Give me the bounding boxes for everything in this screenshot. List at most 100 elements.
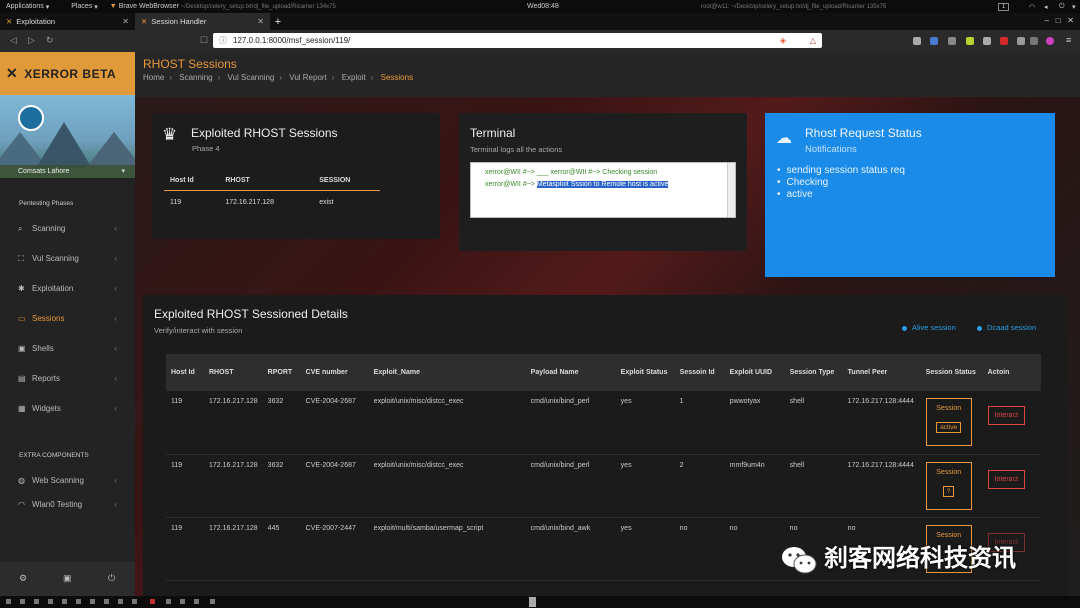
extension-icon[interactable] [930,37,938,45]
extension-icon[interactable] [1000,37,1008,45]
sidebar-item-web-scanning[interactable]: ◍ Web Scanning ‹ [0,474,135,488]
table-cell: exploit/multi/samba/usermap_script [368,517,526,581]
tab-session-handler[interactable]: ✕ Session Handler ✕ [135,13,270,30]
interact-button[interactable]: Interact [987,469,1026,489]
sidebar-item-label: Widgets [32,404,61,413]
taskbar-app-icon[interactable] [76,599,81,604]
table-cell: 172.16.217.128 [204,454,263,518]
brand-header[interactable]: ✕ XERROR BETA [0,52,135,95]
tab-exploitation[interactable]: ✕ Exploitation ✕ [0,13,135,30]
taskbar-app-icon[interactable] [132,599,137,604]
screen-icon[interactable]: ▣ [63,573,72,584]
taskbar-app-icon[interactable] [48,599,53,604]
sidebar-item-wlan0-testing[interactable]: ◠ Wlan0 Testing ‹ [0,498,135,512]
taskbar-app-icon[interactable] [166,599,171,604]
breadcrumb-home[interactable]: Home [143,73,164,82]
close-window-icon[interactable]: ✕ [1067,16,1074,25]
applications-menu[interactable]: Applications [6,3,44,10]
column-header: Actoin [982,354,1041,391]
taskbar-app-icon[interactable] [150,599,155,604]
back-icon[interactable]: ◁ [10,35,17,46]
taskbar-app-icon[interactable] [90,599,95,604]
scrollbar[interactable] [727,163,735,217]
new-tab-button[interactable]: + [270,13,286,30]
chevron-right-icon: › [169,73,173,82]
clock[interactable]: Wed08:48 [527,3,559,10]
browser-menu[interactable]: Brave WebBrowser [119,3,179,10]
table-cell: 119 [166,454,204,518]
rewards-icon[interactable]: △ [810,33,816,48]
card-title: Exploited RHOST Sessions [191,126,338,140]
card-title: Exploited RHOST Sessioned Details [154,307,348,321]
extension-icon[interactable] [913,37,921,45]
sidebar-item-scanning[interactable]: ⌕ Scanning ‹ [0,222,135,236]
wechat-logo-icon [782,546,817,574]
reload-icon[interactable]: ↻ [46,35,54,46]
taskbar-app-icon[interactable] [118,599,123,604]
session-status-box[interactable]: Session active [925,398,972,446]
table-cell: 172.16.217.128 [225,199,274,206]
interact-button[interactable]: Interact [987,406,1026,425]
breadcrumb-exploit[interactable]: Exploit [342,73,366,82]
card-subtitle: Phase 4 [192,144,220,153]
chevron-down-icon: ▾ [45,3,50,11]
taskbar-app-icon[interactable] [20,599,25,604]
minimize-icon[interactable]: – [1045,16,1049,25]
session-status-box[interactable]: Session? [925,461,972,510]
taskbar-app-icon[interactable] [194,599,199,604]
taskbar-app-icon[interactable] [6,599,11,604]
brave-shield-icon[interactable]: ◈ [780,33,786,48]
workspace-indicator[interactable]: 1 [998,2,1010,11]
forward-icon[interactable]: ▷ [28,35,35,46]
breadcrumb-scanning[interactable]: Scanning [179,73,212,82]
settings-icon[interactable]: ⚙ [19,573,27,584]
maximize-icon[interactable]: □ [1056,16,1061,25]
taskbar-app-icon[interactable] [180,599,185,604]
extension-icon[interactable] [983,37,991,45]
wifi-icon[interactable]: ◠ [1029,3,1035,11]
breadcrumb-vul-report[interactable]: Vul Report [289,73,327,82]
sidebar-item-reports[interactable]: ▤ Reports ‹ [0,372,135,386]
avatar[interactable] [18,105,44,131]
places-menu[interactable]: Places [71,3,92,10]
bookmark-icon[interactable]: ☐ [200,35,208,46]
taskbar-app-icon[interactable] [104,599,109,604]
close-icon[interactable]: ✕ [257,17,264,26]
wifi-icon: ◠ [18,500,25,509]
sidebar-item-shells[interactable]: ▣ Shells ‹ [0,342,135,356]
taskbar-app-icon[interactable] [210,599,215,604]
card-title: Terminal [470,126,516,140]
volume-icon[interactable]: ◂ [1044,3,1048,11]
terminal-log-textarea[interactable]: xerror@WII #~> ___ xerror@WII #~> Checki… [470,162,736,218]
taskbar-app-icon[interactable] [34,599,39,604]
close-icon[interactable]: ✕ [122,17,129,26]
address-bar[interactable]: ⓘ 127.0.0.1:8000/msf_session/119/ ◈ △ [213,33,822,48]
profile-icon[interactable] [1046,37,1054,45]
workspace-switcher[interactable] [529,597,536,607]
site-info-icon[interactable]: ⓘ [219,33,227,48]
power-icon[interactable]: ⏻ [1059,3,1065,11]
table-cell: 172.16.217.128:4444 [842,454,921,518]
taskbar-app-icon[interactable] [62,599,67,604]
org-selector[interactable]: Comsats Lahore ▾ [0,165,135,178]
globe-icon: ◍ [18,476,25,485]
table-cell: yes [615,517,675,581]
extension-icon[interactable] [1017,37,1025,45]
menu-icon[interactable]: ≡ [1066,35,1071,45]
page-header: RHOST Sessions Home › Scanning › Vul Scann… [135,52,1080,97]
sidebar-item-widgets[interactable]: ▦ Widgets ‹ [0,402,135,416]
extension-icon[interactable] [1030,37,1038,45]
table-cell: 172.16.217.128 [204,517,263,581]
chevron-down-icon[interactable]: ▾ [1072,3,1076,11]
extension-icon[interactable] [966,37,974,45]
power-icon[interactable]: ⏻ [108,573,115,584]
terminal-selected-text: Metasploit Sssion to Remote host is acti… [536,181,669,188]
column-header: Host Id [164,173,220,191]
breadcrumb-vul-scanning[interactable]: Vul Scanning [228,73,275,82]
extension-icon[interactable] [948,37,956,45]
table-cell: 119 [166,391,204,455]
chevron-left-icon: ‹ [114,476,117,485]
sidebar-item-vul-scanning[interactable]: ⛶ Vul Scanning ‹ [0,252,135,266]
sidebar-item-sessions[interactable]: ▭ Sessions ‹ [0,312,135,326]
sidebar-item-exploitation[interactable]: ✱ Exploitation ‹ [0,282,135,296]
